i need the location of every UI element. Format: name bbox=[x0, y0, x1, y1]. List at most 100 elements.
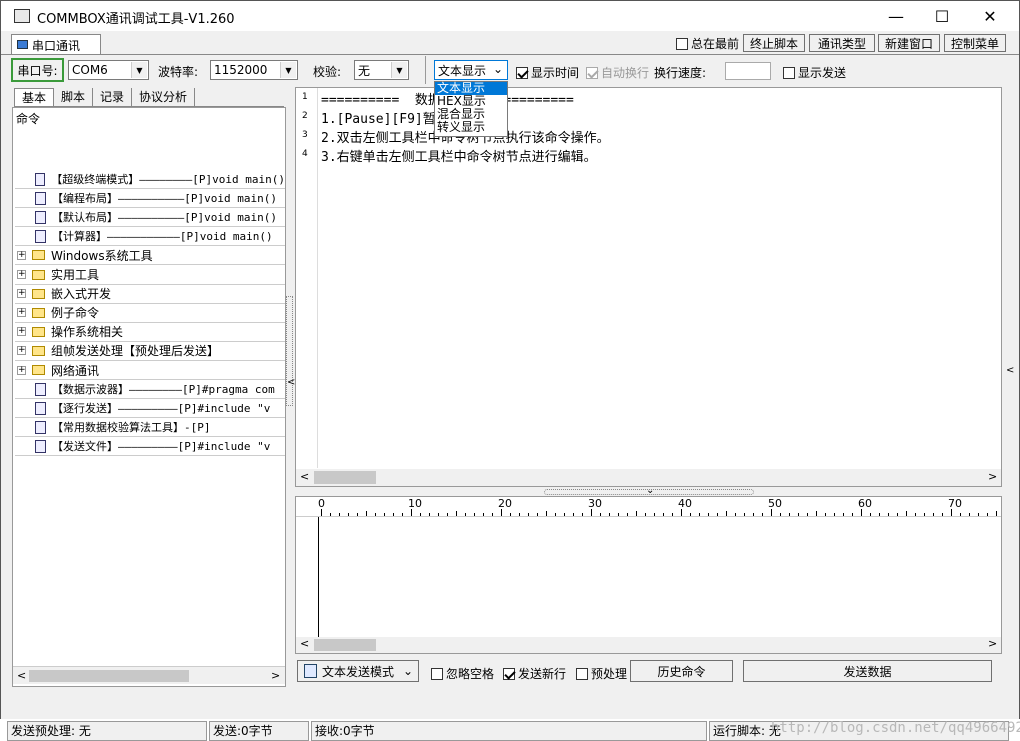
collapse-right-icon[interactable]: < bbox=[1006, 365, 1014, 376]
scroll-thumb[interactable] bbox=[29, 670, 189, 682]
scroll-left-icon[interactable]: < bbox=[17, 669, 26, 682]
client-area: 串口通讯 总在最前 终止脚本 通讯类型 新建窗口 控制菜单 串口号: COM6 … bbox=[0, 31, 1020, 741]
auto-wrap-checkbox[interactable] bbox=[586, 66, 598, 79]
port-select[interactable]: COM6 ▼ bbox=[68, 60, 149, 80]
tree-item[interactable]: 【常用数据校验算法工具】-[P] bbox=[15, 418, 285, 438]
tab-protocol[interactable]: 协议分析 bbox=[132, 88, 196, 106]
send-mode-select[interactable]: 文本发送模式 ⌄ bbox=[297, 660, 419, 682]
tree-item[interactable]: + 组帧发送处理【预处理后发送】 bbox=[15, 342, 285, 361]
tree-item[interactable]: 【超级终端模式】————————[P]void main() bbox=[15, 170, 285, 189]
scroll-thumb[interactable] bbox=[314, 471, 376, 484]
ruler-tick bbox=[384, 513, 385, 516]
ruler-tick bbox=[762, 513, 763, 516]
show-send-toggle[interactable]: 显示发送 bbox=[783, 64, 846, 81]
tab-serial-label: 串口通讯 bbox=[32, 38, 81, 53]
tree-item-label: 【数据示波器】————————[P]#pragma com bbox=[52, 383, 275, 397]
scroll-right-icon[interactable]: > bbox=[988, 637, 997, 650]
ruler-tick bbox=[573, 513, 574, 516]
ruler-tick bbox=[528, 513, 529, 516]
ruler-tick bbox=[492, 513, 493, 516]
tree-item[interactable]: + Windows系统工具 bbox=[15, 246, 285, 266]
send-newline-checkbox[interactable] bbox=[503, 667, 515, 680]
ruler-label: 60 bbox=[858, 497, 872, 510]
send-data-button[interactable]: 发送数据 bbox=[743, 660, 992, 682]
expand-icon[interactable]: + bbox=[17, 270, 26, 279]
tree-item[interactable]: 【数据示波器】————————[P]#pragma com bbox=[15, 380, 285, 400]
ruler-tick bbox=[690, 513, 691, 516]
tree-item[interactable]: + 网络通讯 bbox=[15, 361, 285, 380]
scroll-left-icon[interactable]: < bbox=[300, 637, 309, 650]
comm-type-button[interactable]: 通讯类型 bbox=[809, 34, 875, 52]
vertical-splitter[interactable] bbox=[286, 296, 293, 406]
scroll-right-icon[interactable]: > bbox=[988, 470, 997, 483]
tree-item-label: 【常用数据校验算法工具】-[P] bbox=[52, 421, 211, 435]
expand-icon[interactable]: + bbox=[17, 250, 26, 260]
tab-basic[interactable]: 基本 bbox=[14, 88, 55, 106]
ruler-label: 20 bbox=[498, 497, 512, 510]
show-time-toggle[interactable]: 显示时间 bbox=[516, 64, 579, 81]
preprocess-checkbox[interactable] bbox=[576, 667, 588, 680]
tree-root[interactable]: 命令 bbox=[16, 110, 40, 127]
ruler-label: 30 bbox=[588, 497, 602, 510]
ignore-space-toggle[interactable]: 忽略空格 bbox=[431, 665, 494, 682]
preprocess-toggle[interactable]: 预处理 bbox=[576, 665, 627, 682]
tree-item[interactable]: + 嵌入式开发 bbox=[15, 285, 285, 304]
parity-select[interactable]: 无 ▼ bbox=[354, 60, 409, 80]
show-time-checkbox[interactable] bbox=[516, 66, 528, 79]
display-mode-value: 文本显示 bbox=[438, 63, 487, 78]
auto-wrap-toggle[interactable]: 自动换行 bbox=[586, 64, 649, 81]
tree-item[interactable]: 【发送文件】—————————[P]#include "v bbox=[15, 437, 285, 457]
tab-script[interactable]: 脚本 bbox=[54, 88, 94, 106]
stop-script-button[interactable]: 终止脚本 bbox=[743, 34, 805, 52]
scroll-left-icon[interactable]: < bbox=[300, 470, 309, 483]
new-window-button[interactable]: 新建窗口 bbox=[878, 34, 940, 52]
display-mode-select[interactable]: 文本显示 ⌄ bbox=[434, 60, 508, 80]
expand-icon[interactable]: + bbox=[17, 365, 26, 375]
document-icon bbox=[35, 401, 46, 415]
maximize-button[interactable]: ☐ bbox=[919, 1, 965, 31]
expand-icon[interactable]: + bbox=[17, 308, 26, 318]
ruler-tick bbox=[447, 513, 448, 516]
tree-item[interactable]: 【计算器】———————————[P]void main() bbox=[15, 227, 285, 247]
chevron-down-icon: ▼ bbox=[280, 62, 296, 78]
expand-icon[interactable]: + bbox=[17, 327, 26, 337]
tree-item[interactable]: 【逐行发送】—————————[P]#include "v bbox=[15, 399, 285, 419]
show-send-checkbox[interactable] bbox=[783, 66, 795, 79]
ruler-tick bbox=[978, 513, 979, 516]
send-hscrollbar[interactable]: < > bbox=[296, 637, 1001, 653]
expand-icon[interactable]: + bbox=[17, 289, 26, 299]
send-newline-toggle[interactable]: 发送新行 bbox=[503, 665, 566, 682]
minimize-button[interactable]: — bbox=[873, 1, 919, 31]
always-on-top-toggle[interactable]: 总在最前 bbox=[676, 35, 739, 52]
chevron-down-icon[interactable]: ⌄ bbox=[646, 485, 654, 496]
control-menu-button[interactable]: 控制菜单 bbox=[944, 34, 1006, 52]
tree-item[interactable]: 【默认布局】——————————[P]void main() bbox=[15, 208, 285, 228]
document-icon bbox=[35, 229, 46, 243]
port-value: COM6 bbox=[72, 63, 108, 77]
close-button[interactable]: ✕ bbox=[967, 1, 1013, 31]
always-on-top-checkbox[interactable] bbox=[676, 37, 688, 50]
ruler-tick bbox=[519, 513, 520, 516]
expand-icon[interactable]: + bbox=[17, 346, 26, 356]
wrap-speed-input[interactable] bbox=[725, 62, 771, 80]
tab-serial[interactable]: 串口通讯 bbox=[11, 34, 101, 55]
option-escape-display[interactable]: 转义显示 bbox=[435, 121, 507, 134]
editor-hscrollbar[interactable]: < > bbox=[296, 469, 1001, 486]
port-button[interactable]: 串口号: bbox=[11, 58, 64, 82]
ignore-space-checkbox[interactable] bbox=[431, 667, 443, 680]
tree-item[interactable]: + 例子命令 bbox=[15, 304, 285, 323]
receive-area[interactable]: 1234 ========== 数据接收区 ==========1.[Pause… bbox=[295, 87, 1002, 487]
title-bar: COMMBOX通讯调试工具-V1.260 — ☐ ✕ bbox=[0, 0, 1020, 31]
tree-item[interactable]: + 操作系统相关 bbox=[15, 323, 285, 342]
tree-item[interactable]: 【编程布局】——————————[P]void main() bbox=[15, 189, 285, 209]
ruler-tick bbox=[618, 513, 619, 516]
tab-record[interactable]: 记录 bbox=[93, 88, 133, 106]
send-area[interactable]: 0 10 20 30 40 50 60 70 < > bbox=[295, 496, 1002, 654]
history-button[interactable]: 历史命令 bbox=[630, 660, 733, 682]
scroll-thumb[interactable] bbox=[314, 639, 376, 651]
scroll-right-icon[interactable]: > bbox=[271, 669, 280, 682]
tree-item[interactable]: + 实用工具 bbox=[15, 266, 285, 285]
ruler: 0 10 20 30 40 50 60 70 bbox=[296, 497, 1001, 517]
left-hscrollbar[interactable]: < > bbox=[13, 666, 285, 684]
baud-select[interactable]: 1152000 ▼ bbox=[210, 60, 298, 80]
